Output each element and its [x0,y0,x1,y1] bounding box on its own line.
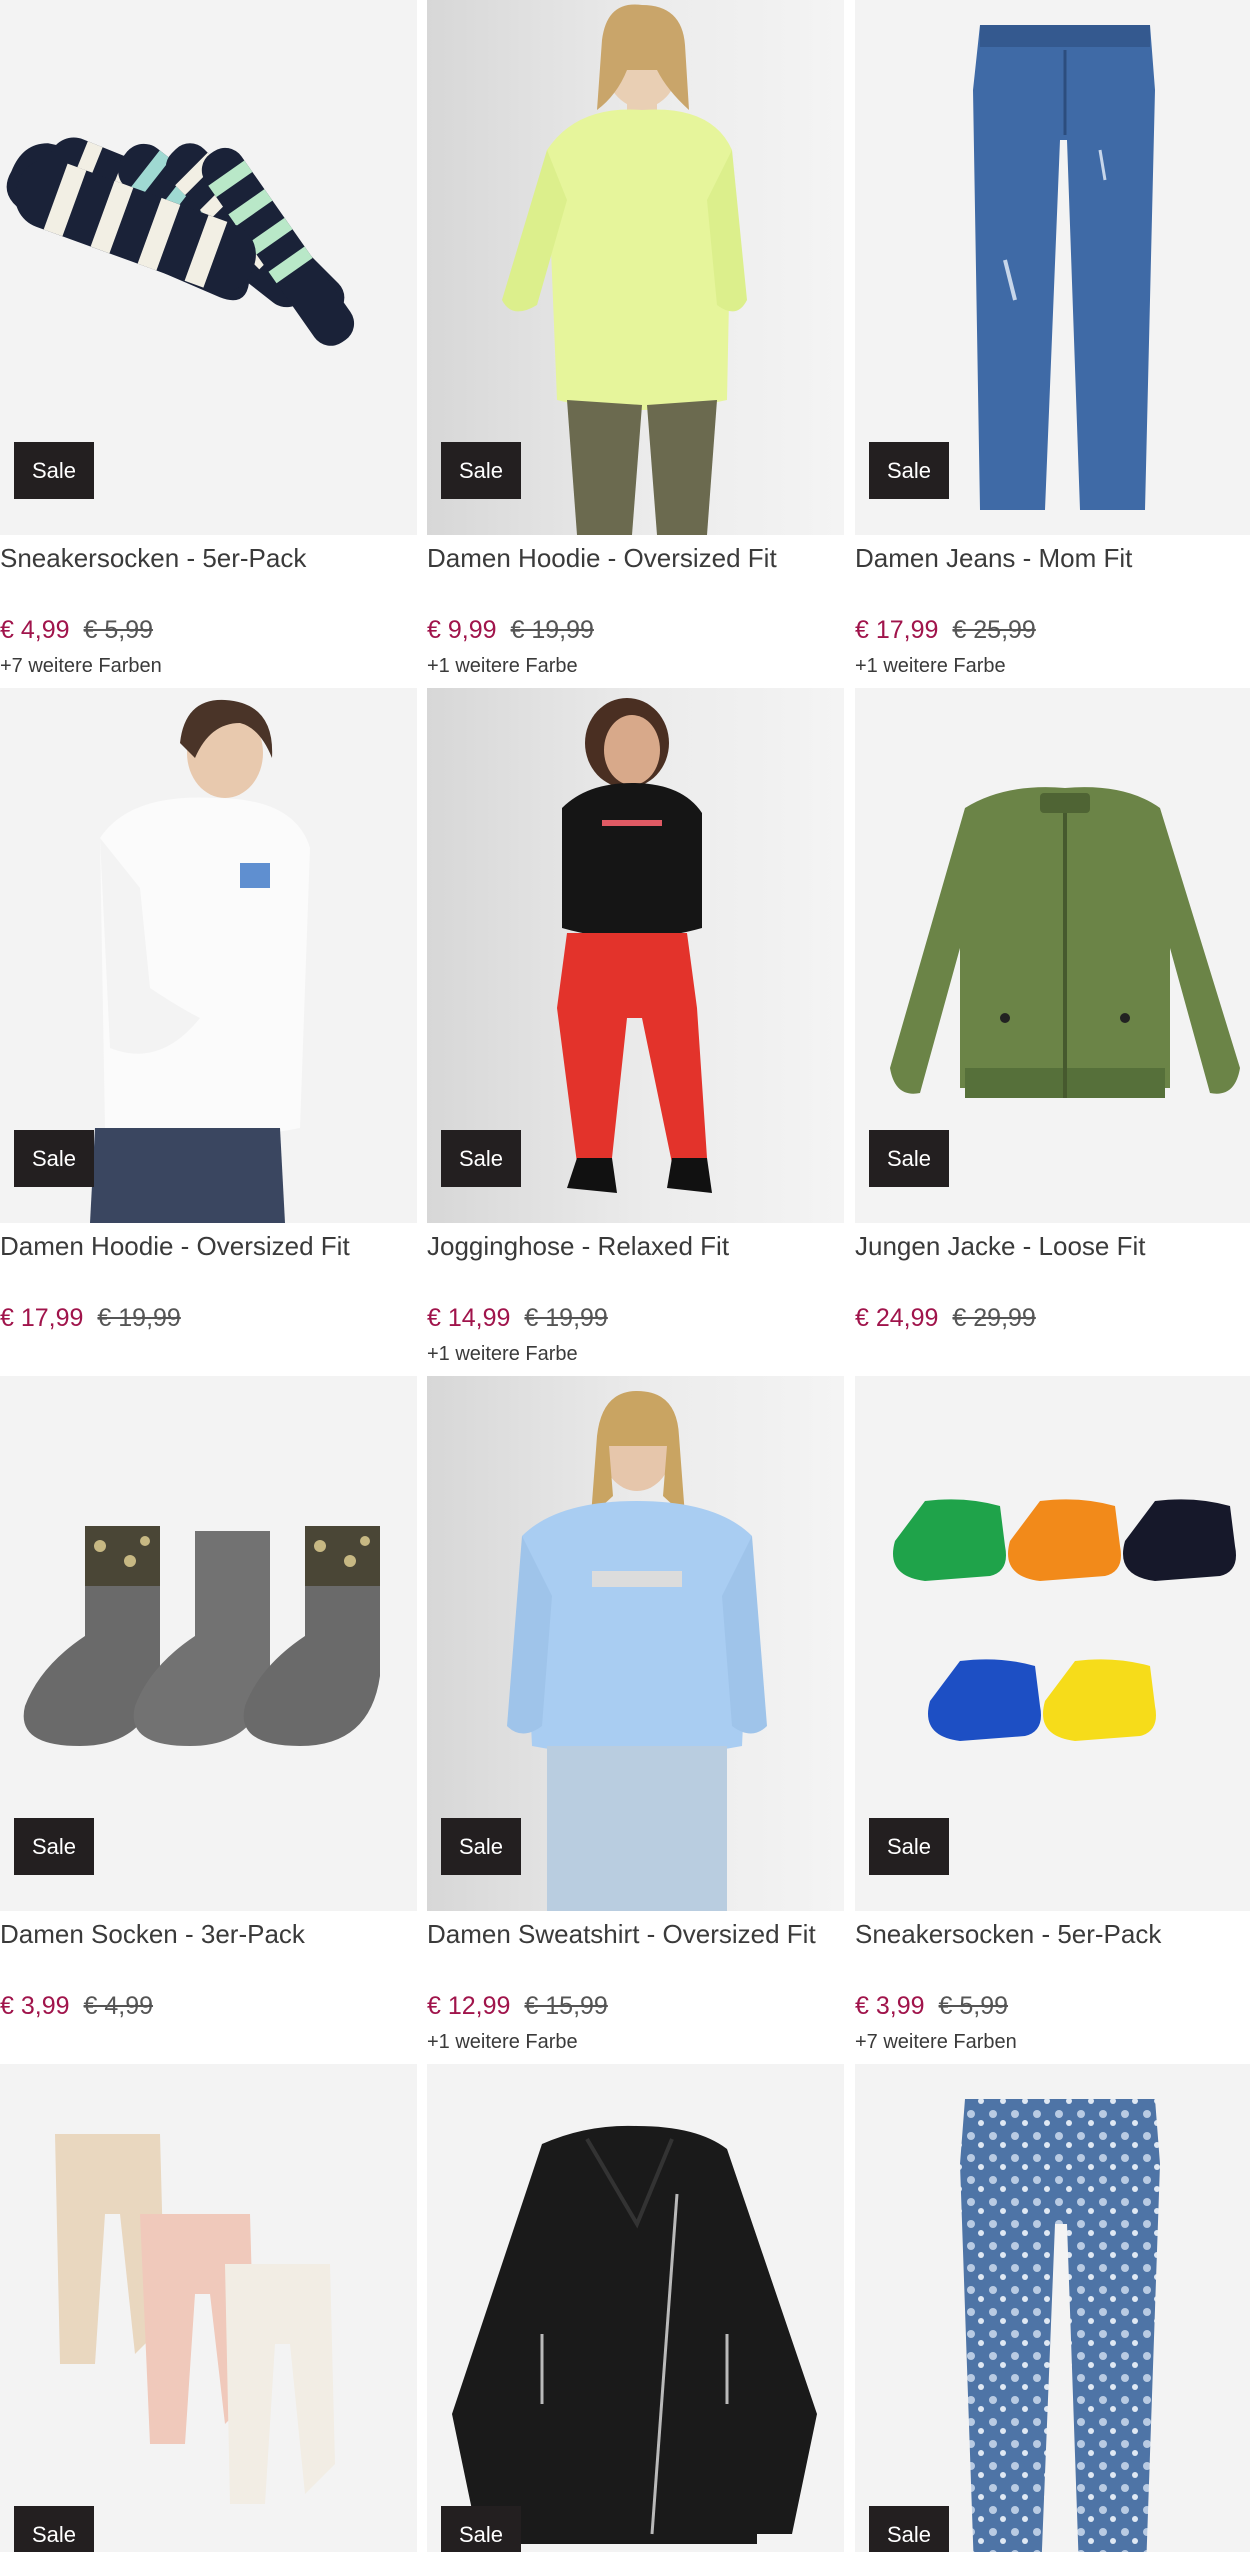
old-price: € 4,99 [83,1992,154,2020]
more-colors-note[interactable]: +1 weitere Farbe [427,1343,578,1366]
product-title[interactable]: Damen Socken - 3er-Pack [0,1919,305,1950]
old-price: € 19,99 [510,616,594,644]
sale-badge: Sale [14,442,94,499]
old-price: € 25,99 [952,616,1036,644]
sale-badge: Sale [869,2506,949,2552]
product-image-striped-socks[interactable]: Sale [0,0,417,535]
product-title[interactable]: Sneakersocken - 5er-Pack [0,543,306,574]
product-prices: € 9,99 € 19,99 [427,616,594,645]
current-price: € 3,99 [855,1992,925,2020]
product-title[interactable]: Jogginghose - Relaxed Fit [427,1231,729,1262]
product-title[interactable]: Damen Hoodie - Oversized Fit [427,543,777,574]
product-image-colorful-sneaker-socks[interactable]: Sale [855,1376,1250,1911]
product-image-baby-leggings[interactable]: Sale [0,2064,417,2552]
sale-badge: Sale [14,1130,94,1187]
old-price: € 19,99 [97,1304,181,1332]
old-price: € 19,99 [524,1304,608,1332]
sale-badge: Sale [441,1818,521,1875]
product-prices: € 3,99 € 5,99 [855,1992,1008,2021]
sale-badge: Sale [869,1130,949,1187]
product-title[interactable]: Sneakersocken - 5er-Pack [855,1919,1161,1950]
more-colors-note[interactable]: +1 weitere Farbe [855,655,1006,678]
sale-badge: Sale [441,442,521,499]
current-price: € 17,99 [0,1304,84,1332]
product-title[interactable]: Damen Hoodie - Oversized Fit [0,1231,350,1262]
sale-badge: Sale [14,1818,94,1875]
more-colors-note[interactable]: +7 weitere Farben [0,655,162,678]
product-image-light-blue-sweatshirt[interactable]: Sale [427,1376,844,1911]
product-image-blue-jeans[interactable]: Sale [855,0,1250,535]
product-prices: € 14,99 € 19,99 [427,1304,608,1333]
current-price: € 9,99 [427,616,497,644]
product-image-red-joggers[interactable]: Sale [427,688,844,1223]
more-colors-note[interactable]: +1 weitere Farbe [427,2031,578,2054]
product-title[interactable]: Damen Sweatshirt - Oversized Fit [427,1919,816,1950]
current-price: € 4,99 [0,616,70,644]
sale-badge: Sale [869,1818,949,1875]
old-price: € 15,99 [524,1992,608,2020]
sale-badge: Sale [869,442,949,499]
current-price: € 24,99 [855,1304,939,1332]
product-prices: € 24,99 € 29,99 [855,1304,1036,1333]
current-price: € 12,99 [427,1992,511,2020]
sale-badge: Sale [441,1130,521,1187]
sale-badge: Sale [441,2506,521,2552]
sale-badge: Sale [14,2506,94,2552]
product-title[interactable]: Damen Jeans - Mom Fit [855,543,1132,574]
product-image-white-hoodie[interactable]: Sale [0,688,417,1223]
product-image-lime-hoodie[interactable]: Sale [427,0,844,535]
product-image-black-leather-jacket[interactable]: Sale [427,2064,844,2552]
current-price: € 17,99 [855,616,939,644]
more-colors-note[interactable]: +1 weitere Farbe [427,655,578,678]
current-price: € 14,99 [427,1304,511,1332]
product-prices: € 12,99 € 15,99 [427,1992,608,2021]
product-prices: € 3,99 € 4,99 [0,1992,153,2021]
current-price: € 3,99 [0,1992,70,2020]
old-price: € 5,99 [83,616,154,644]
product-image-green-bomber-jacket[interactable]: Sale [855,688,1250,1223]
product-prices: € 17,99 € 19,99 [0,1304,181,1333]
old-price: € 29,99 [952,1304,1036,1332]
product-prices: € 17,99 € 25,99 [855,616,1036,645]
more-colors-note[interactable]: +7 weitere Farben [855,2031,1017,2054]
product-prices: € 4,99 € 5,99 [0,616,153,645]
product-image-grey-leopard-socks[interactable]: Sale [0,1376,417,1911]
old-price: € 5,99 [938,1992,1009,2020]
product-title[interactable]: Jungen Jacke - Loose Fit [855,1231,1146,1262]
product-image-floral-jeans[interactable]: Sale [855,2064,1250,2552]
